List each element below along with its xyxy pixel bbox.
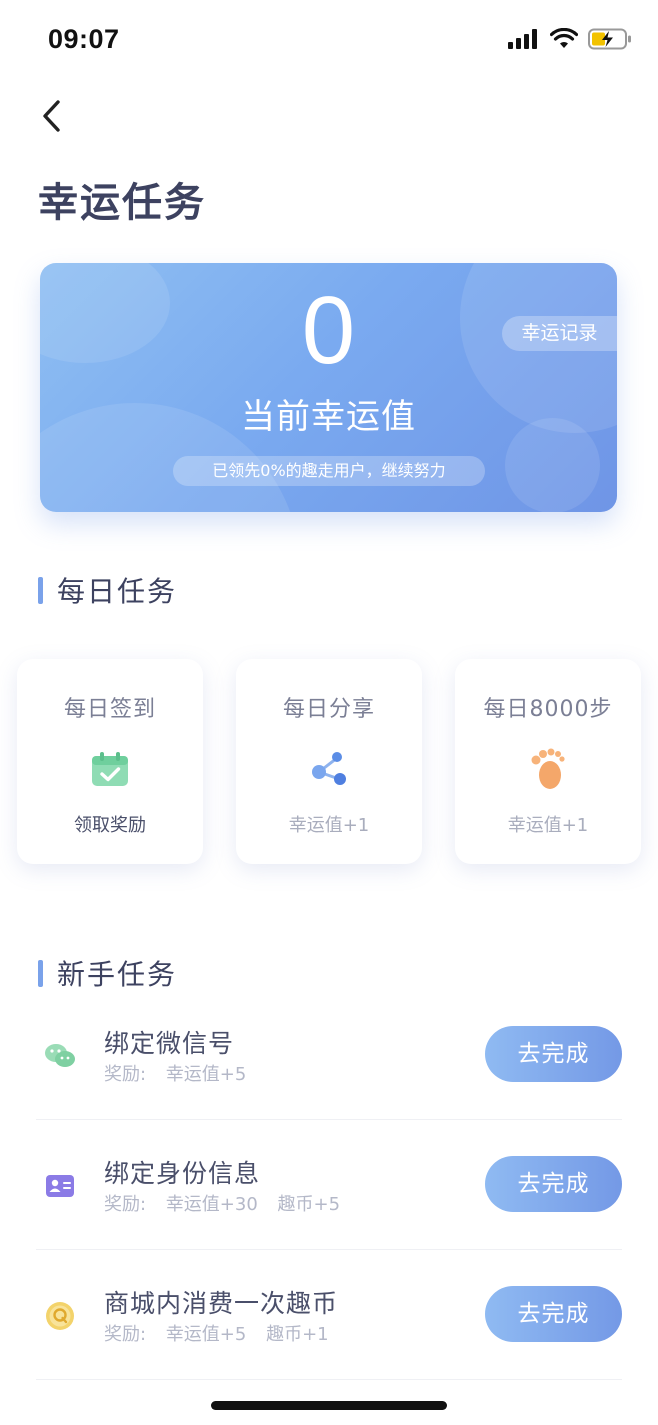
calendar-check-icon (88, 747, 132, 791)
luck-record-button[interactable]: 幸运记录 (502, 316, 617, 351)
task-reward-label: 奖励: (104, 1064, 147, 1085)
share-icon (307, 747, 351, 791)
luck-rank-text: 已领先0%的趣走用户，继续努力 (173, 456, 485, 486)
luck-value-label: 当前幸运值 (241, 397, 416, 437)
task-reward-item: 趣币+5 (277, 1194, 341, 1215)
daily-section-heading: 每日任务 (38, 570, 177, 610)
task-row-identity: 绑定身份信息 奖励: 幸运值+30 趣币+5 去完成 (36, 1120, 622, 1250)
task-title: 绑定身份信息 (104, 1159, 261, 1188)
daily-card-steps[interactable]: 每日8000步 幸运值+1 (455, 659, 641, 864)
newbie-section-title: 新手任务 (57, 958, 178, 991)
task-rewards: 奖励: 幸运值+5 趣币+1 (104, 1320, 343, 1346)
daily-card-title: 每日签到 (63, 697, 156, 722)
task-reward-item: 趣币+1 (266, 1324, 329, 1345)
daily-card-reward: 幸运值+1 (288, 815, 370, 836)
wechat-icon (44, 1040, 76, 1072)
task-rewards: 奖励: 幸运值+5 (104, 1060, 260, 1086)
wifi-icon (550, 28, 578, 48)
home-indicator (211, 1401, 447, 1410)
task-row-spend-coin: 商城内消费一次趣币 奖励: 幸运值+5 趣币+1 去完成 (36, 1250, 622, 1380)
signal-icon (508, 29, 537, 49)
daily-card-checkin[interactable]: 每日签到 领取奖励 (17, 659, 203, 864)
go-complete-button[interactable]: 去完成 (485, 1156, 622, 1212)
section-accent-bar (38, 576, 43, 604)
chevron-left-icon (43, 100, 60, 132)
footprint-icon (526, 747, 570, 791)
task-reward-item: 幸运值+5 (165, 1324, 247, 1345)
newbie-section-heading: 新手任务 (38, 953, 177, 993)
divider (36, 1379, 622, 1380)
daily-card-share[interactable]: 每日分享 幸运值+1 (236, 659, 422, 864)
back-button[interactable] (30, 92, 74, 140)
daily-card-title: 每日分享 (282, 697, 375, 722)
daily-section-title: 每日任务 (57, 575, 178, 608)
task-reward-item: 幸运值+5 (165, 1064, 247, 1085)
task-reward-label: 奖励: (104, 1324, 147, 1345)
status-bar: 09:07 (0, 0, 658, 80)
task-rewards: 奖励: 幸运值+30 趣币+5 (104, 1190, 354, 1216)
section-accent-bar (38, 959, 43, 987)
coin-icon (44, 1300, 76, 1332)
id-card-icon (44, 1170, 76, 1202)
daily-card-reward: 幸运值+1 (507, 815, 589, 836)
daily-card-title: 每日8000步 (483, 697, 613, 722)
task-reward-item: 幸运值+30 (165, 1194, 258, 1215)
status-icons (508, 28, 632, 50)
task-row-wechat: 绑定微信号 奖励: 幸运值+5 去完成 (36, 990, 622, 1120)
battery-charging-icon (588, 28, 631, 50)
luck-value-card: 0 当前幸运值 幸运记录 已领先0%的趣走用户，继续努力 (40, 263, 617, 512)
task-title: 商城内消费一次趣币 (104, 1289, 339, 1318)
status-time: 09:07 (48, 24, 120, 54)
go-complete-button[interactable]: 去完成 (485, 1286, 622, 1342)
task-reward-label: 奖励: (104, 1194, 147, 1215)
task-title: 绑定微信号 (104, 1029, 235, 1058)
luck-task-page: 09:07 幸运任务 0 当前幸运值 幸运记录 已领先0%的趣走用户，继续努力 … (0, 0, 658, 1425)
go-complete-button[interactable]: 去完成 (485, 1026, 622, 1082)
page-title: 幸运任务 (38, 180, 206, 226)
daily-card-reward: 领取奖励 (74, 815, 146, 836)
